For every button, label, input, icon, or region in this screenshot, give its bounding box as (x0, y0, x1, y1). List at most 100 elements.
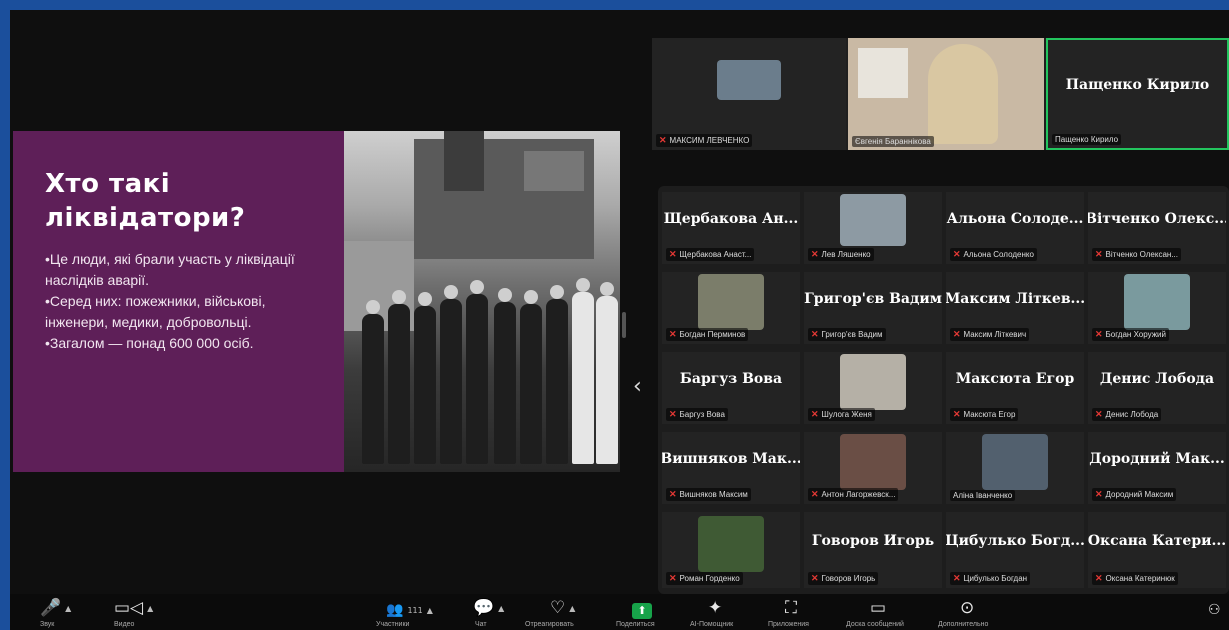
participant-label: Аліна Іванченко (953, 491, 1013, 500)
whiteboard-label: Доска сообщений (846, 621, 904, 628)
muted-mic-icon: ✕ (953, 409, 961, 419)
participant-name: Оксана Катери... (1088, 533, 1226, 549)
video-tile[interactable]: ✕ МАКСИМ ЛЕВЧЕНКО (652, 38, 846, 150)
participant-label: Антон Лагоржевск... (821, 490, 896, 499)
muted-mic-icon: ✕ (953, 249, 961, 259)
participant-photo (982, 434, 1048, 490)
video-tile[interactable]: Денис Лобода ✕ Денис Лобода (1088, 352, 1226, 424)
apps-button[interactable]: ⛶ (785, 598, 797, 618)
participants-button[interactable]: 👥 111 ▲ (386, 602, 433, 618)
video-tile-active[interactable]: Пащенко Кирило Пащенко Кирило (1046, 38, 1229, 150)
participant-name: Вітченко Олекс... (1088, 211, 1226, 227)
react-label: Отреагировать (525, 621, 574, 628)
video-button[interactable]: ▭◁ ▲ (114, 598, 153, 618)
participant-photo (1124, 274, 1190, 330)
video-tile[interactable]: Євгенія Бараннікова (848, 38, 1044, 150)
shared-slide: Хто такі ліквідатори? •Це люди, які брал… (13, 131, 620, 472)
participant-label: Богдан Хоружий (1105, 330, 1166, 339)
video-tile[interactable]: Щербакова Ан... ✕ Щербакова Анаст... (662, 192, 800, 264)
muted-mic-icon: ✕ (1095, 249, 1103, 259)
participant-label: Цибулько Богдан (963, 574, 1028, 583)
participant-label: Богдан Перминов (679, 330, 746, 339)
video-tile[interactable]: ✕ Шулога Женя (804, 352, 942, 424)
participant-label: Говоров Игорь (821, 574, 876, 583)
speaker-strip: ✕ МАКСИМ ЛЕВЧЕНКО Євгенія Бараннікова Пащ… (652, 38, 1229, 150)
slide-bullet: •Це люди, які брали участь у ліквідації … (45, 251, 295, 288)
participant-photo (840, 354, 906, 410)
video-tile[interactable]: Вітченко Олекс... ✕ Вітченко Олексан... (1088, 192, 1226, 264)
participant-label: Григор'єв Вадим (821, 330, 883, 339)
participant-name: Говоров Игорь (811, 533, 935, 549)
video-tile[interactable]: Максюта Егор ✕ Максюта Егор (946, 352, 1084, 424)
muted-mic-icon: ✕ (811, 489, 819, 499)
participant-label: Лев Ляшенко (821, 250, 871, 259)
video-tile[interactable]: Максим Літкев... ✕ Максим Літкевич (946, 272, 1084, 344)
video-tile[interactable]: Аліна Іванченко (946, 432, 1084, 504)
participant-photo (698, 516, 764, 572)
video-tile[interactable]: ✕ Богдан Перминов (662, 272, 800, 344)
meeting-toolbar: 🎤 ▲ Звук ▭◁ ▲ Видео 👥 111 ▲ Участники 💬 ▲ Чат… (10, 594, 1229, 630)
participant-video-bg (858, 48, 908, 98)
video-tile[interactable]: Говоров Игорь ✕ Говоров Игорь (804, 512, 942, 588)
participant-name: Баргуз Вова (679, 371, 783, 387)
video-tile[interactable]: ✕ Богдан Хоружий (1088, 272, 1226, 344)
slide-title: Хто такі ліквідатори? (45, 169, 246, 233)
muted-mic-icon: ✕ (1095, 329, 1103, 339)
react-button[interactable]: ♡ ▲ (550, 598, 575, 618)
video-tile[interactable]: Оксана Катери... ✕ Оксана Катеринюк (1088, 512, 1226, 588)
splitter-handle[interactable] (622, 312, 626, 338)
more-options-button[interactable]: ⊙ (960, 598, 974, 618)
share-screen-button[interactable]: ⬆ (632, 603, 652, 619)
video-tile[interactable]: Дородний Мак... ✕ Дородний Максим (1088, 432, 1226, 504)
participant-label: Оксана Катеринюк (1105, 574, 1175, 583)
video-tile[interactable]: Альона Солоде... ✕ Альона Солоденко (946, 192, 1084, 264)
video-tile[interactable]: Цибулько Богд... ✕ Цибулько Богдан (946, 512, 1084, 588)
chevron-up-icon[interactable]: ▲ (147, 604, 153, 613)
muted-mic-icon: ✕ (1095, 489, 1103, 499)
ai-companion-button[interactable]: ✦ (708, 598, 722, 618)
participant-name: Григор'єв Вадим (804, 291, 942, 307)
chevron-up-icon[interactable]: ▲ (498, 604, 504, 613)
participant-label: Шулога Женя (821, 410, 872, 419)
participants-label: Участники (376, 621, 410, 628)
participant-gallery: Щербакова Ан... ✕ Щербакова Анаст... ✕ Лев… (658, 186, 1229, 594)
chevron-up-icon[interactable]: ▲ (427, 606, 433, 615)
video-tile[interactable]: Вишняков Мак... ✕ Вишняков Максим (662, 432, 800, 504)
muted-mic-icon: ✕ (1095, 573, 1103, 583)
participant-name: Дородний Мак... (1089, 451, 1225, 467)
previous-page-arrow-icon[interactable]: ‹ (633, 374, 642, 399)
video-tile[interactable]: Григор'єв Вадим ✕ Григор'єв Вадим (804, 272, 942, 344)
video-tile[interactable]: ✕ Роман Горденко (662, 512, 800, 588)
participant-label: МАКСИМ ЛЕВЧЕНКО (669, 136, 750, 145)
liquidators-photo (344, 131, 620, 472)
ai-companion-label: AI-Помощник (690, 621, 734, 628)
chevron-up-icon[interactable]: ▲ (569, 604, 575, 613)
participant-label: Альона Солоденко (963, 250, 1034, 259)
muted-mic-icon: ✕ (811, 409, 819, 419)
participant-photo (840, 194, 906, 246)
meeting-window: Хто такі ліквідатори? •Це люди, які брал… (10, 10, 1229, 630)
muted-mic-icon: ✕ (669, 489, 677, 499)
muted-mic-icon: ✕ (953, 573, 961, 583)
profile-icon[interactable]: ⚇ (1208, 602, 1221, 618)
chat-button[interactable]: 💬 ▲ (473, 598, 504, 618)
participant-name: Цибулько Богд... (946, 533, 1084, 549)
mute-button[interactable]: 🎤 ▲ (40, 598, 71, 618)
chat-label: Чат (475, 621, 487, 628)
participant-name: Вишняков Мак... (662, 451, 800, 467)
chevron-up-icon[interactable]: ▲ (65, 604, 71, 613)
participant-name: Щербакова Ан... (663, 211, 799, 227)
video-tile[interactable]: ✕ Лев Ляшенко (804, 192, 942, 264)
share-label: Поделиться (616, 621, 655, 628)
apps-label: Приложения (768, 621, 809, 628)
muted-mic-icon: ✕ (669, 409, 677, 419)
whiteboard-button[interactable]: ▭ (870, 598, 886, 618)
video-tile[interactable]: ✕ Антон Лагоржевск... (804, 432, 942, 504)
participant-label: Вітченко Олексан... (1105, 250, 1178, 259)
muted-mic-icon: ✕ (811, 573, 819, 583)
participant-video (928, 44, 998, 144)
participant-name: Максюта Егор (955, 371, 1075, 387)
slide-bullet: •Загалом — понад 600 000 осіб. (45, 335, 254, 351)
video-tile[interactable]: Баргуз Вова ✕ Баргуз Вова (662, 352, 800, 424)
participant-name: Пащенко Кирило (1065, 77, 1210, 93)
